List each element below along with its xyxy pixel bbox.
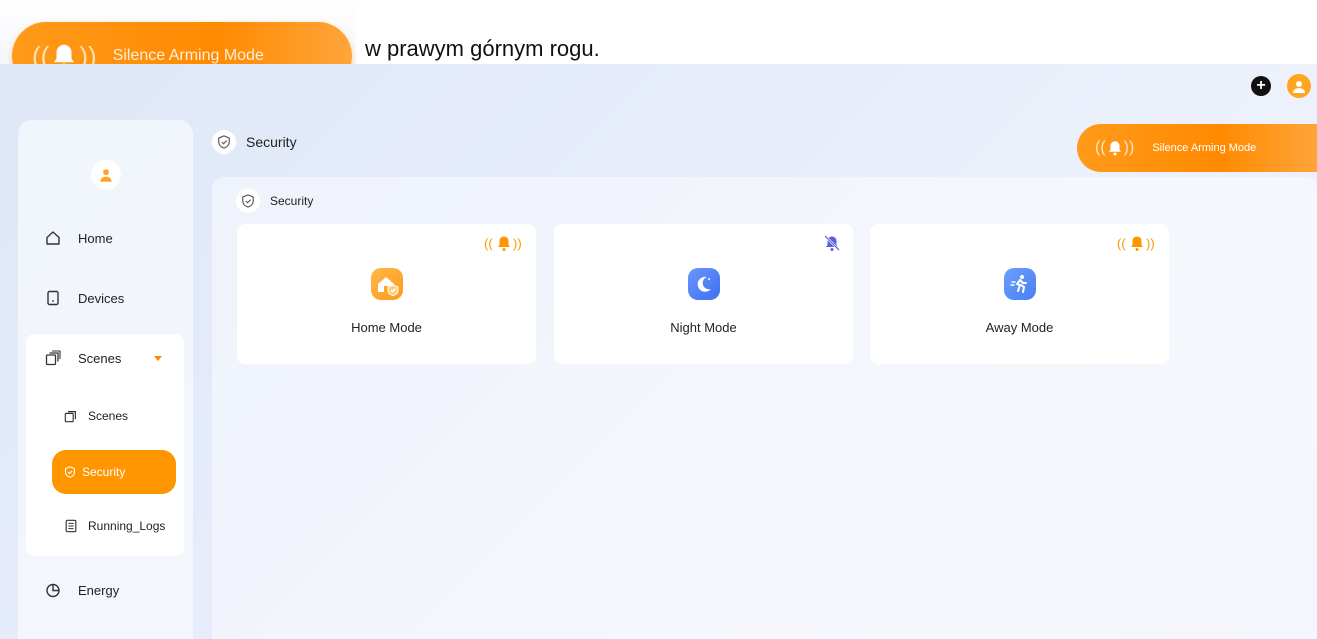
svg-text:((: (( (484, 236, 493, 251)
svg-text:)): )) (513, 236, 522, 251)
mode-card-away[interactable]: (( )) Away Mode (870, 224, 1169, 364)
mode-card-label: Away Mode (985, 320, 1054, 335)
sidebar-subitem-label: Running_Logs (88, 519, 166, 533)
sidebar-subitem-scenes[interactable]: Scenes (26, 398, 184, 434)
mode-card-label: Night Mode (670, 320, 737, 335)
sidebar-item-label: Home (78, 230, 113, 246)
scenes-icon (44, 349, 62, 367)
security-panel: Security (( )) Home Mode Night Mode (()… (212, 177, 1317, 639)
bell-icon (1108, 141, 1121, 156)
shield-icon (212, 130, 236, 154)
home-icon (44, 229, 62, 247)
shield-icon (236, 189, 260, 213)
mode-card-home[interactable]: (( )) Home Mode (237, 224, 536, 364)
sidebar-item-label: Energy (78, 582, 120, 598)
sidebar-item-scenes[interactable]: Scenes (26, 340, 184, 376)
user-icon (1293, 81, 1305, 93)
sidebar: Home Devices Scenes Scenes Security Runn… (18, 120, 193, 639)
bell-ringing-icon[interactable]: (( )) (484, 234, 524, 257)
sidebar-subitem-label: Security (82, 465, 126, 479)
energy-icon (44, 581, 62, 599)
app-window: + Home Devices Scenes Scenes Security Ru… (0, 64, 1317, 639)
silence-arming-mode-button[interactable]: (( )) Silence Arming Mode (1077, 124, 1317, 172)
sidebar-item-label: Scenes (78, 350, 122, 366)
scenes-group: Scenes Scenes Security Running_Logs (26, 334, 184, 556)
mode-card-night[interactable]: Night Mode (554, 224, 853, 364)
silence-button-label: Silence Arming Mode (1152, 142, 1257, 154)
panel-title: Security (236, 189, 313, 213)
wave-right-icon: )) (1123, 139, 1135, 156)
home-shield-icon (370, 268, 403, 300)
mode-card-label: Home Mode (351, 320, 422, 335)
user-avatar[interactable] (1287, 74, 1311, 98)
device-icon (44, 289, 62, 307)
panel-title-text: Security (270, 194, 314, 208)
page-title-text: Security (246, 134, 297, 150)
log-icon (62, 517, 80, 535)
running-person-icon (1003, 268, 1036, 300)
sidebar-item-devices[interactable]: Devices (18, 280, 193, 316)
sidebar-subitem-running-logs[interactable]: Running_Logs (26, 508, 184, 544)
shield-icon (64, 466, 76, 478)
sidebar-subitem-security[interactable]: Security (52, 450, 176, 494)
sidebar-item-home[interactable]: Home (18, 220, 193, 256)
wave-left-icon: (( (1095, 139, 1106, 156)
page-title: Security (212, 130, 297, 154)
snippet-pill-label: Silence Arming Mode (112, 47, 264, 64)
top-right-toolbar: + (1251, 74, 1311, 98)
chevron-down-icon[interactable] (154, 355, 162, 361)
snippet-caption: w prawym górnym rogu. (365, 36, 600, 61)
sidebar-avatar[interactable] (91, 160, 121, 190)
sidebar-item-energy[interactable]: Energy (18, 572, 193, 608)
user-icon (100, 169, 112, 182)
svg-text:((: (( (1117, 236, 1126, 251)
sidebar-item-label: Devices (78, 290, 125, 306)
svg-text:)): )) (1146, 236, 1155, 251)
moon-icon (687, 268, 720, 300)
bell-ringing-icon[interactable]: (( )) (1117, 234, 1157, 257)
bell-muted-icon[interactable] (823, 234, 841, 257)
add-icon[interactable]: + (1251, 76, 1271, 96)
sidebar-subitem-label: Scenes (88, 409, 129, 423)
scenes-icon (62, 407, 80, 425)
